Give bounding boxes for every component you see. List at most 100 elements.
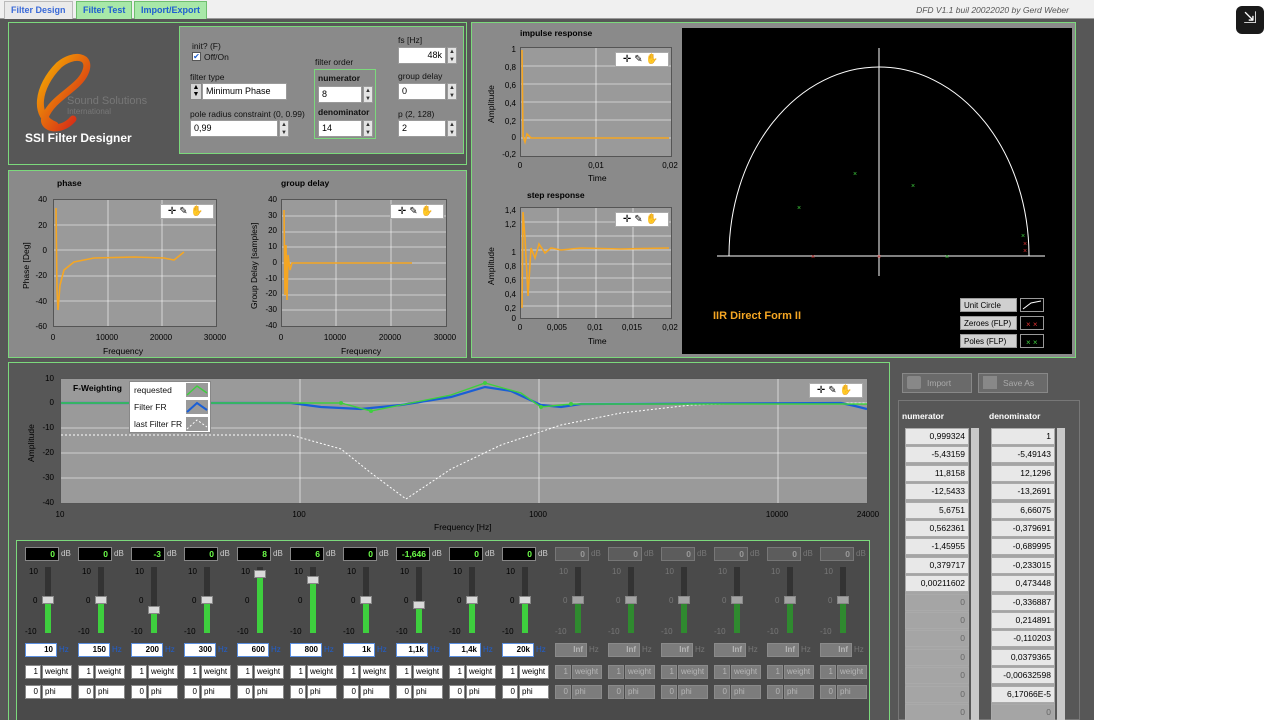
denominator-coef-cell[interactable]: -13,2691 bbox=[991, 483, 1055, 501]
band-gain-slider[interactable] bbox=[360, 567, 372, 633]
band-frequency-input[interactable]: 20k bbox=[502, 643, 534, 657]
step-plot[interactable]: ✛✎✋ bbox=[520, 207, 672, 319]
band-slider-thumb[interactable] bbox=[519, 596, 531, 604]
band-frequency-input[interactable]: 1,4k bbox=[449, 643, 481, 657]
band-phi-input[interactable]: 0 bbox=[767, 685, 783, 699]
band-db-value[interactable]: 0 bbox=[343, 547, 377, 561]
band-phi-input[interactable]: 0 bbox=[25, 685, 41, 699]
band-phi-input[interactable]: 0 bbox=[555, 685, 571, 699]
band-phi-input[interactable]: 0 bbox=[502, 685, 518, 699]
denominator-coef-cell[interactable]: -0,336887 bbox=[991, 593, 1055, 611]
numerator-coef-cell[interactable]: 0 bbox=[905, 612, 969, 629]
fs-input[interactable]: 48k bbox=[398, 47, 446, 64]
band-weight-input[interactable]: 1 bbox=[290, 665, 306, 679]
band-frequency-input[interactable]: Inf bbox=[661, 643, 693, 657]
band-db-value[interactable]: 0 bbox=[714, 547, 748, 561]
denominator-scrollbar[interactable] bbox=[1057, 428, 1065, 720]
band-phi-input[interactable]: 0 bbox=[820, 685, 836, 699]
band-weight-input[interactable]: 1 bbox=[767, 665, 783, 679]
band-phi-input[interactable]: 0 bbox=[343, 685, 359, 699]
numerator-coef-cell[interactable]: 0,00211602 bbox=[905, 575, 969, 593]
numerator-coef-cell[interactable]: 0 bbox=[905, 704, 969, 720]
band-weight-input[interactable]: 1 bbox=[502, 665, 518, 679]
band-db-value[interactable]: 0 bbox=[555, 547, 589, 561]
band-db-value[interactable]: 0 bbox=[25, 547, 59, 561]
numerator-coef-cell[interactable]: 0 bbox=[905, 667, 969, 685]
band-slider-thumb[interactable] bbox=[678, 596, 690, 604]
band-frequency-input[interactable]: 800 bbox=[290, 643, 322, 657]
band-slider-thumb[interactable] bbox=[360, 596, 372, 604]
denominator-coef-cell[interactable]: 1 bbox=[991, 428, 1055, 445]
p-input[interactable]: 2 bbox=[398, 120, 446, 137]
band-phi-input[interactable]: 0 bbox=[78, 685, 94, 699]
denominator-coef-cell[interactable]: 6,66075 bbox=[991, 501, 1055, 519]
band-gain-slider[interactable] bbox=[466, 567, 478, 633]
filter-type-ring-arrows[interactable]: ▲ ▼ bbox=[190, 83, 202, 100]
band-db-value[interactable]: 0 bbox=[184, 547, 218, 561]
band-frequency-input[interactable]: 1k bbox=[343, 643, 375, 657]
band-slider-thumb[interactable] bbox=[837, 596, 849, 604]
band-gain-slider[interactable] bbox=[837, 567, 849, 633]
fs-spinner[interactable]: ▲ ▼ bbox=[447, 47, 457, 64]
band-slider-thumb[interactable] bbox=[572, 596, 584, 604]
band-gain-slider[interactable] bbox=[784, 567, 796, 633]
denominator-coef-cell[interactable]: 6,17066E-5 bbox=[991, 685, 1055, 703]
band-slider-thumb[interactable] bbox=[413, 601, 425, 610]
denominator-coef-cell[interactable]: -0,379691 bbox=[991, 520, 1055, 537]
numerator-coef-cell[interactable]: -1,45955 bbox=[905, 538, 969, 556]
band-weight-input[interactable]: 1 bbox=[820, 665, 836, 679]
band-gain-slider[interactable] bbox=[307, 567, 319, 633]
band-phi-input[interactable]: 0 bbox=[449, 685, 465, 699]
denominator-coef-cell[interactable]: 12,1296 bbox=[991, 464, 1055, 482]
numerator-coef-cell[interactable]: 0 bbox=[905, 593, 969, 611]
step-plot-tools[interactable]: ✛✎✋ bbox=[615, 212, 669, 227]
impulse-plot[interactable]: ✛✎✋ bbox=[520, 47, 672, 157]
band-slider-thumb[interactable] bbox=[784, 596, 796, 604]
band-gain-slider[interactable] bbox=[201, 567, 213, 633]
band-weight-input[interactable]: 1 bbox=[343, 665, 359, 679]
band-phi-input[interactable]: 0 bbox=[396, 685, 412, 699]
band-phi-input[interactable]: 0 bbox=[714, 685, 730, 699]
band-phi-input[interactable]: 0 bbox=[290, 685, 306, 699]
numerator-scrollbar[interactable] bbox=[971, 428, 979, 720]
band-weight-input[interactable]: 1 bbox=[131, 665, 147, 679]
band-frequency-input[interactable]: Inf bbox=[820, 643, 852, 657]
band-phi-input[interactable]: 0 bbox=[184, 685, 200, 699]
band-weight-input[interactable]: 1 bbox=[608, 665, 624, 679]
band-db-value[interactable]: 0 bbox=[449, 547, 483, 561]
numerator-coef-cell[interactable]: 0,562361 bbox=[905, 520, 969, 537]
numerator-coef-cell[interactable]: 11,8158 bbox=[905, 464, 969, 482]
band-phi-input[interactable]: 0 bbox=[608, 685, 624, 699]
denominator-coef-cell[interactable]: 0 bbox=[991, 704, 1055, 720]
band-gain-slider[interactable] bbox=[678, 567, 690, 633]
band-weight-input[interactable]: 1 bbox=[396, 665, 412, 679]
numerator-coef-cell[interactable]: 0,999324 bbox=[905, 428, 969, 445]
band-gain-slider[interactable] bbox=[625, 567, 637, 633]
band-db-value[interactable]: 0 bbox=[78, 547, 112, 561]
band-slider-thumb[interactable] bbox=[307, 576, 319, 585]
band-gain-slider[interactable] bbox=[254, 567, 266, 633]
numerator-coef-cell[interactable]: 0 bbox=[905, 685, 969, 703]
band-frequency-input[interactable]: 1,1k bbox=[396, 643, 428, 657]
impulse-plot-tools[interactable]: ✛✎✋ bbox=[615, 52, 669, 67]
band-gain-slider[interactable] bbox=[413, 567, 425, 633]
band-weight-input[interactable]: 1 bbox=[714, 665, 730, 679]
band-weight-input[interactable]: 1 bbox=[237, 665, 253, 679]
band-frequency-input[interactable]: 300 bbox=[184, 643, 216, 657]
band-phi-input[interactable]: 0 bbox=[661, 685, 677, 699]
band-slider-thumb[interactable] bbox=[466, 596, 478, 604]
restore-window-button[interactable]: ⇲ bbox=[1236, 6, 1264, 34]
phase-plot[interactable]: ✛✎✋ bbox=[53, 199, 217, 327]
denominator-coef-cell[interactable]: -0,110203 bbox=[991, 630, 1055, 648]
tab-import-export[interactable]: Import/Export bbox=[134, 1, 208, 19]
gd-plot-tools[interactable]: ✛✎✋ bbox=[390, 204, 444, 219]
band-frequency-input[interactable]: Inf bbox=[555, 643, 587, 657]
denominator-order-input[interactable]: 14 bbox=[318, 120, 362, 137]
band-frequency-input[interactable]: 10 bbox=[25, 643, 57, 657]
pole-radius-input[interactable]: 0,99 bbox=[190, 120, 278, 137]
band-db-value[interactable]: 0 bbox=[767, 547, 801, 561]
band-db-value[interactable]: 0 bbox=[502, 547, 536, 561]
zplane-plot[interactable]: × × × × × × × × × bbox=[717, 48, 1045, 276]
numerator-order-spinner[interactable]: ▲ ▼ bbox=[363, 86, 373, 103]
denominator-coef-cell[interactable]: -0,233015 bbox=[991, 556, 1055, 574]
